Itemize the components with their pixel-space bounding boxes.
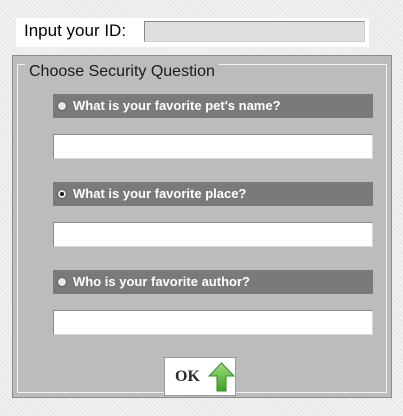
ok-button[interactable]: OK — [164, 357, 236, 396]
answer-input-favorite-author[interactable] — [53, 310, 373, 335]
ok-button-label: OK — [175, 368, 200, 385]
question-option-favorite-author[interactable]: Who is your favorite author? — [53, 270, 373, 294]
question-option-favorite-place[interactable]: What is your favorite place? — [53, 182, 373, 206]
id-label: Input your ID: — [24, 21, 127, 40]
id-row: Input your ID: — [16, 18, 369, 47]
question-option-pet-name[interactable]: What is your favorite pet's name? — [53, 94, 373, 118]
security-question-panel: Choose Security Question What is your fa… — [12, 55, 392, 398]
radio-button[interactable] — [57, 101, 67, 111]
id-input[interactable] — [144, 21, 365, 42]
question-label: What is your favorite place? — [73, 186, 247, 201]
answer-input-favorite-place[interactable] — [53, 222, 373, 247]
question-label: Who is your favorite author? — [73, 274, 250, 289]
up-arrow-icon — [208, 362, 235, 392]
answer-input-pet-name[interactable] — [53, 134, 373, 159]
radio-button[interactable] — [57, 277, 67, 287]
question-label: What is your favorite pet's name? — [73, 98, 281, 113]
security-question-legend: Choose Security Question — [25, 63, 219, 81]
radio-button-selected[interactable] — [57, 189, 67, 199]
security-question-group: Choose Security Question What is your fa… — [17, 63, 387, 396]
